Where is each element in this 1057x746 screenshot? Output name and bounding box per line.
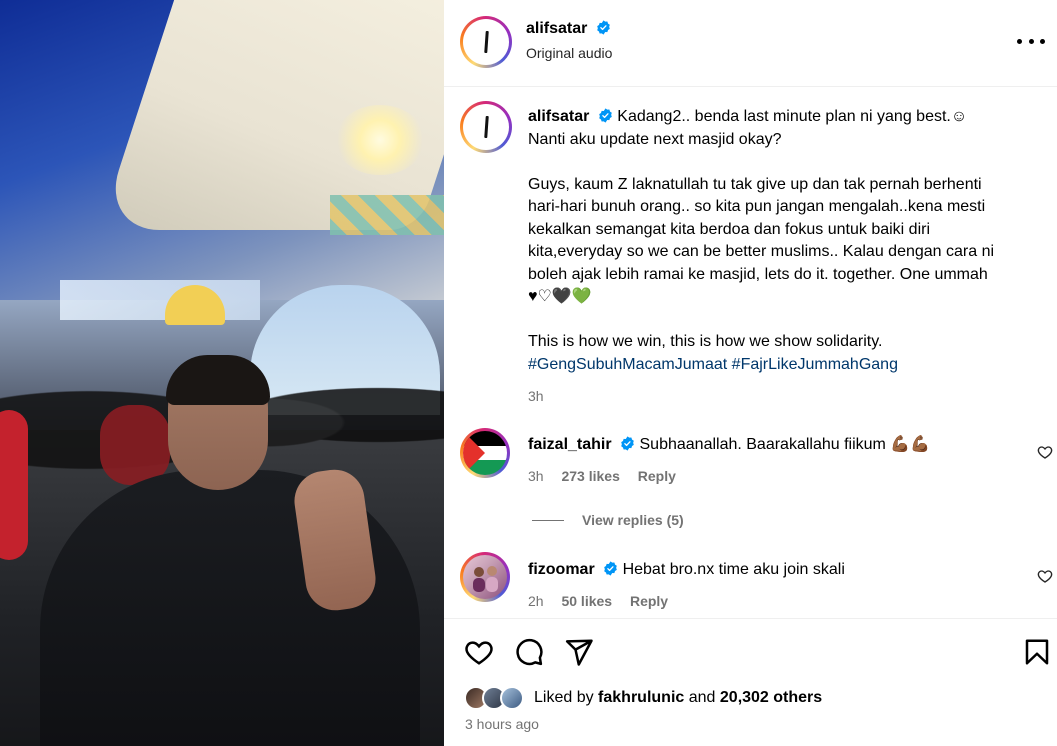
post-header: alifsatar Original audio: [444, 0, 1057, 87]
media-red-figure: [0, 410, 28, 560]
caption-line: Kadang2.. benda last minute plan ni yang…: [617, 108, 968, 125]
verified-icon: [604, 561, 617, 576]
avatar-logo: [483, 30, 489, 54]
liked-by-user[interactable]: fakhrulunic: [598, 689, 684, 707]
caption-line: kita,everyday so we can be better muslim…: [528, 243, 995, 260]
share-icon[interactable]: [564, 637, 594, 667]
comment-likes[interactable]: 50 likes: [561, 593, 612, 609]
comment-reply-button[interactable]: Reply: [638, 468, 676, 484]
commenter-avatar[interactable]: [460, 428, 510, 478]
liked-by-connector: and: [688, 689, 716, 706]
like-heart-icon[interactable]: [464, 637, 494, 667]
caption-line: hari-hari bunuh orang.. so kita pun jang…: [528, 198, 986, 215]
comment-likes[interactable]: 273 likes: [561, 468, 619, 484]
couple-photo-avatar: [473, 566, 498, 592]
caption-author-avatar[interactable]: [460, 101, 512, 153]
audio-label[interactable]: Original audio: [526, 45, 612, 61]
author-username[interactable]: alifsatar: [526, 20, 587, 37]
comment-body: Hebat bro.nx time aku join skali: [622, 561, 845, 578]
liker-avatars: [464, 685, 530, 711]
replies-divider: [532, 519, 564, 521]
comment-reply-button[interactable]: Reply: [630, 593, 668, 609]
caption-line: kekalkan semangat kita berdoa dan fokus …: [528, 220, 931, 238]
caption-line: boleh ajak lebih ramai ke masjid, lets d…: [528, 265, 988, 283]
caption-time[interactable]: 3h: [528, 385, 1048, 408]
heart-icon[interactable]: [1037, 444, 1053, 460]
caption-blank: [528, 151, 1048, 174]
media-lights: [60, 280, 260, 320]
more-icon-dot: [1017, 38, 1022, 44]
comment-time[interactable]: 2h: [528, 593, 544, 609]
post-media-video[interactable]: [0, 0, 444, 746]
view-replies-label: View replies (5): [582, 512, 684, 528]
commenter-username[interactable]: fizoomar: [528, 561, 595, 578]
comment-item: faizal_tahir Subhaanallah. Baarakallahu …: [444, 428, 1057, 500]
likes-summary[interactable]: Liked by fakhrulunic and 20,302 others: [464, 684, 822, 712]
post-details-panel: alifsatar Original audio alifsatar Kadan…: [444, 0, 1057, 746]
palestine-flag-avatar: [463, 431, 507, 475]
caption-emoji-line: ♥♡🖤💚: [528, 288, 592, 305]
liked-by-prefix: Liked by: [534, 689, 594, 706]
comment-meta: 3h 273 likes Reply: [528, 468, 690, 484]
comment-item: fizoomar Hebat bro.nx time aku join skal…: [444, 552, 1057, 614]
comment-meta: 2h 50 likes Reply: [528, 593, 682, 609]
caption-line: Guys, kaum Z laknatullah tu tak give up …: [528, 175, 982, 193]
save-icon[interactable]: [1022, 637, 1052, 667]
comment-time[interactable]: 3h: [528, 468, 544, 484]
media-motorbike: [100, 405, 170, 485]
post-action-bar: [444, 618, 1057, 678]
caption-username[interactable]: alifsatar: [528, 108, 589, 125]
post-caption: alifsatar Kadang2.. benda last minute pl…: [528, 106, 1048, 408]
more-icon-dot: [1040, 38, 1045, 44]
liked-by-others[interactable]: 20,302 others: [720, 689, 822, 707]
comment-text: faizal_tahir Subhaanallah. Baarakallahu …: [528, 434, 930, 454]
comment-text: fizoomar Hebat bro.nx time aku join skal…: [528, 561, 845, 579]
comment-body: Subhaanallah. Baarakallahu fiikum 💪🏾💪🏾: [639, 436, 931, 453]
more-icon-dot: [1028, 38, 1034, 44]
caption-line: This is how we win, this is how we show …: [528, 333, 883, 350]
media-light-glow: [335, 105, 425, 175]
comment-icon[interactable]: [514, 637, 544, 667]
commenter-avatar[interactable]: [460, 552, 510, 602]
verified-icon: [621, 436, 634, 451]
caption-blank: [528, 309, 1048, 332]
view-replies-button[interactable]: View replies (5): [532, 512, 684, 528]
heart-icon[interactable]: [1037, 568, 1053, 584]
post-timestamp[interactable]: 3 hours ago: [465, 716, 539, 732]
avatar-logo: [483, 115, 489, 139]
verified-icon: [597, 20, 610, 35]
commenter-username[interactable]: faizal_tahir: [528, 436, 612, 453]
liker-avatar[interactable]: [500, 686, 524, 710]
media-decoration: [330, 195, 444, 235]
caption-hashtags[interactable]: #GengSubuhMacamJumaat #FajrLikeJummahGan…: [528, 354, 1048, 377]
caption-line: Nanti aku update next masjid okay?: [528, 130, 782, 148]
verified-icon: [599, 108, 612, 123]
author-avatar[interactable]: [460, 16, 512, 68]
more-options-button[interactable]: [1017, 30, 1045, 52]
